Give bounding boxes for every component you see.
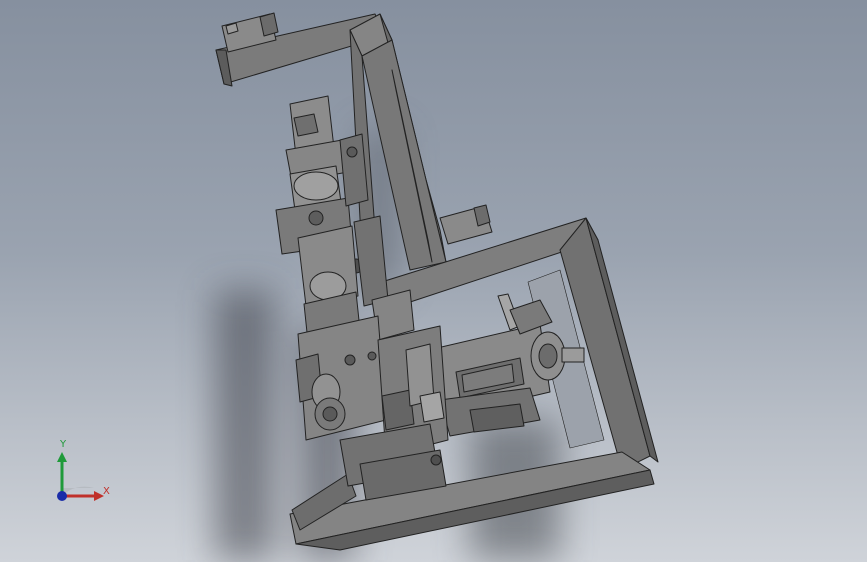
graphics-viewport[interactable]: Y X xyxy=(0,0,867,562)
z-axis-dot xyxy=(57,491,67,501)
y-axis-label: Y xyxy=(60,439,67,450)
side-bracket[interactable] xyxy=(439,204,493,245)
cad-model[interactable] xyxy=(0,0,867,562)
y-axis-arrow xyxy=(57,452,67,462)
coordinate-triad: Y X xyxy=(40,440,120,510)
triad-axes xyxy=(57,452,104,501)
x-axis-label: X xyxy=(103,486,110,497)
